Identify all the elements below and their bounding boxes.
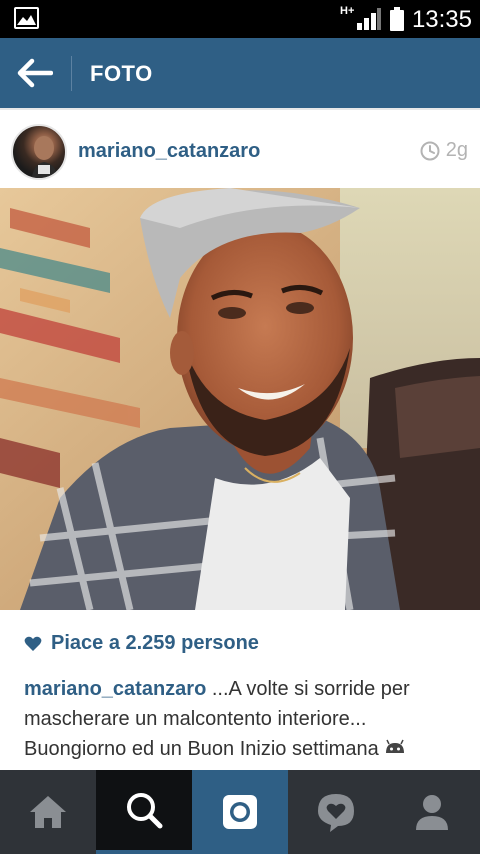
back-button[interactable]	[12, 53, 58, 93]
arrow-left-icon	[17, 58, 53, 88]
status-bar: H+ 13:35	[0, 0, 480, 38]
gallery-notification-icon	[14, 7, 39, 29]
network-type: H+	[340, 5, 355, 17]
home-icon	[30, 796, 66, 828]
clock-icon	[420, 141, 440, 160]
caption: mariano_catanzaro ...A volte si sorride …	[24, 674, 464, 764]
profile-icon	[416, 795, 448, 830]
nav-home[interactable]	[0, 770, 96, 854]
post-header: mariano_catanzaro 2g	[0, 108, 480, 188]
signal-icon	[357, 8, 381, 30]
android-icon	[386, 739, 405, 753]
nav-activity[interactable]	[288, 770, 384, 854]
activity-heart-icon	[318, 794, 354, 832]
page-title: FOTO	[90, 61, 153, 86]
search-icon	[127, 793, 163, 829]
caption-area: mariano_catanzaro ...A volte si sorride …	[0, 660, 480, 770]
nav-profile[interactable]	[384, 770, 480, 854]
caption-username[interactable]: mariano_catanzaro	[24, 678, 206, 700]
header-divider	[71, 56, 72, 91]
status-clock: 13:35	[411, 6, 472, 33]
heart-icon	[24, 636, 42, 651]
likes-count: Piace a 2.259 persone	[51, 632, 259, 654]
app-header: FOTO	[0, 38, 480, 108]
post-username[interactable]: mariano_catanzaro	[78, 140, 260, 163]
post-time-label: 2g	[445, 139, 468, 161]
likes-row[interactable]: Piace a 2.259 persone	[24, 632, 259, 655]
nav-camera[interactable]	[192, 770, 288, 854]
nav-search[interactable]	[96, 770, 192, 854]
post-time: 2g	[420, 139, 468, 162]
bottom-nav	[0, 770, 480, 854]
battery-icon	[390, 7, 404, 31]
post-photo[interactable]	[0, 188, 480, 610]
avatar[interactable]	[11, 124, 67, 180]
camera-icon	[223, 795, 257, 829]
